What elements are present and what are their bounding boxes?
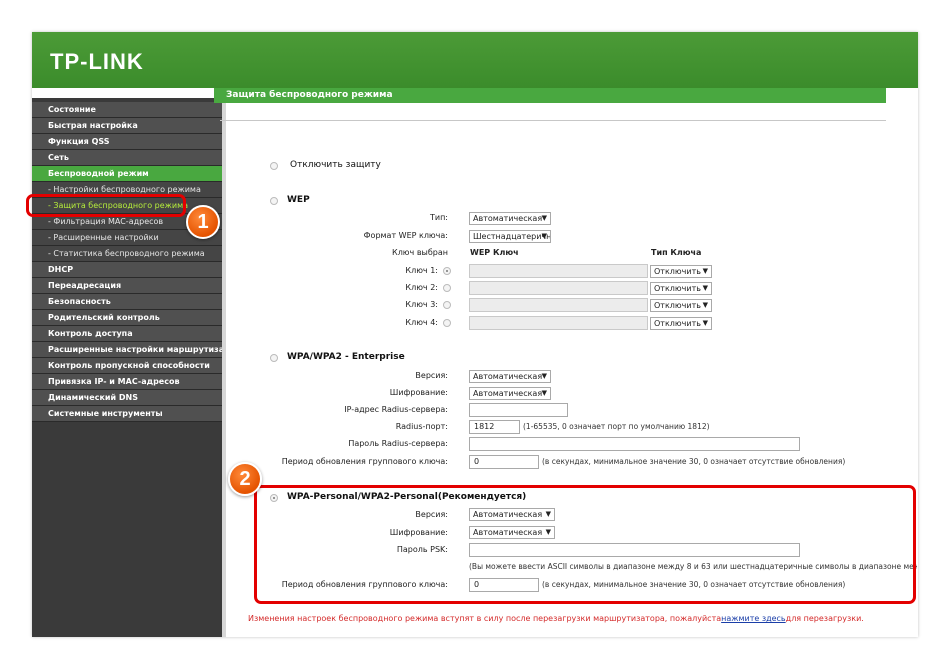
- chevron-down-icon: ▼: [702, 284, 708, 292]
- disable-security-label: Отключить защиту: [290, 160, 381, 170]
- chevron-down-icon: ▼: [541, 232, 547, 240]
- sidebar-separator: [222, 88, 226, 637]
- sidebar-item[interactable]: - Статистика беспроводного режима: [32, 246, 222, 262]
- wep-title: WEP: [287, 195, 310, 205]
- reboot-note-tail: для перезагрузки.: [785, 614, 864, 623]
- reboot-link[interactable]: нажмите здесь: [721, 614, 786, 623]
- radio-disable-security[interactable]: [270, 162, 278, 170]
- wep-key3-label: Ключ 3:: [405, 300, 438, 309]
- wep-key3-type-select[interactable]: Отключить ▼: [650, 299, 712, 312]
- wep-format-select[interactable]: Шестнадцатеричный▼: [469, 230, 551, 243]
- enterprise-version-value: Автоматическая: [473, 372, 543, 381]
- radio-wep-key1[interactable]: [443, 267, 451, 275]
- radio-wep[interactable]: [270, 197, 278, 205]
- radius-ip-input[interactable]: [469, 403, 568, 417]
- radius-port-label: Radius-порт:: [395, 422, 448, 431]
- enterprise-enc-select[interactable]: Автоматическая ▼: [469, 387, 551, 400]
- highlight-box-personal: [254, 485, 916, 604]
- wep-key3-type-value: Отключить: [654, 301, 701, 310]
- radio-wep-key3[interactable]: [443, 301, 451, 309]
- radio-wpa-enterprise[interactable]: [270, 354, 278, 362]
- radius-port-hint: (1-65535, 0 означает порт по умолчанию 1…: [523, 422, 710, 431]
- sidebar-item[interactable]: Состояние: [32, 102, 222, 118]
- wep-type-value: Автоматическая: [473, 214, 543, 223]
- page-title: Защита беспроводного режима: [214, 88, 886, 103]
- radio-wep-key4[interactable]: [443, 319, 451, 327]
- chevron-down-icon: ▼: [541, 389, 547, 397]
- wep-type-select[interactable]: Автоматическая ▼: [469, 212, 551, 225]
- wep-key4-type-value: Отключить: [654, 319, 701, 328]
- sidebar-item[interactable]: Сеть: [32, 150, 222, 166]
- wep-col-type: Тип Ключа: [651, 248, 702, 257]
- chevron-down-icon: ▼: [702, 319, 708, 327]
- step-badge-1: 1: [186, 205, 220, 239]
- tp-link-logo: TP-LINK: [50, 49, 144, 74]
- sidebar-item[interactable]: Безопасность: [32, 294, 222, 310]
- reboot-note-text: Изменения настроек беспроводного режима …: [248, 614, 722, 623]
- wep-format-label: Формат WEP ключа:: [363, 231, 448, 240]
- wep-key4-input[interactable]: [469, 316, 648, 330]
- wep-col-key: WEP Ключ: [470, 248, 519, 257]
- radius-port-input[interactable]: 1812: [469, 420, 520, 434]
- chevron-down-icon: ▼: [702, 267, 708, 275]
- sidebar-item[interactable]: Динамический DNS: [32, 390, 222, 406]
- enterprise-version-label: Версия:: [415, 371, 448, 380]
- radio-wep-key2[interactable]: [443, 284, 451, 292]
- sidebar-item[interactable]: Беспроводной режим: [32, 166, 222, 182]
- wep-type-label: Тип:: [429, 213, 448, 222]
- wep-key4-type-select[interactable]: Отключить ▼: [650, 317, 712, 330]
- sidebar-item[interactable]: Системные инструменты: [32, 406, 222, 422]
- sidebar-item[interactable]: Функция QSS: [32, 134, 222, 150]
- radius-ip-label: IP-адрес Radius-сервера:: [344, 405, 448, 414]
- wep-col-selected: Ключ выбран: [392, 248, 448, 257]
- wep-key1-label: Ключ 1:: [405, 266, 438, 275]
- wep-key2-label: Ключ 2:: [405, 283, 438, 292]
- title-divider: [220, 120, 886, 121]
- chevron-down-icon: ▼: [541, 372, 547, 380]
- wep-key2-input[interactable]: [469, 281, 648, 295]
- sidebar-menu: Состояние Быстрая настройка Функция QSS Сет…: [32, 102, 222, 422]
- sidebar-item[interactable]: Контроль пропускной способности: [32, 358, 222, 374]
- wep-key2-type-value: Отключить: [654, 284, 701, 293]
- enterprise-enc-value: Автоматическая: [473, 389, 543, 398]
- wep-key1-type-select[interactable]: Отключить ▼: [650, 265, 712, 278]
- sidebar-item[interactable]: Контроль доступа: [32, 326, 222, 342]
- wep-format-value: Шестнадцатеричный: [473, 232, 551, 241]
- radius-pass-input[interactable]: [469, 437, 800, 451]
- sidebar-item[interactable]: Привязка IP- и MAC-адресов: [32, 374, 222, 390]
- sidebar-item[interactable]: Родительский контроль: [32, 310, 222, 326]
- header-bar: TP-LINK: [32, 32, 918, 88]
- sidebar-item[interactable]: Переадресация: [32, 278, 222, 294]
- wep-key1-input[interactable]: [469, 264, 648, 278]
- sidebar-item[interactable]: Быстрая настройка: [32, 118, 222, 134]
- wep-key4-label: Ключ 4:: [405, 318, 438, 327]
- step-badge-2: 2: [228, 462, 262, 496]
- main-content: Защита беспроводного режима: [214, 88, 886, 103]
- sidebar-item[interactable]: DHCP: [32, 262, 222, 278]
- wep-key3-input[interactable]: [469, 298, 648, 312]
- wep-key1-type-value: Отключить: [654, 267, 701, 276]
- enterprise-group-input[interactable]: 0: [469, 455, 539, 469]
- enterprise-title: WPA/WPA2 - Enterprise: [287, 352, 405, 362]
- sidebar: Состояние Быстрая настройка Функция QSS Сет…: [32, 98, 222, 637]
- reboot-note: Изменения настроек беспроводного режима …: [248, 614, 864, 623]
- sidebar-item[interactable]: Расширенные настройки маршрутизации: [32, 342, 222, 358]
- enterprise-enc-label: Шифрование:: [389, 388, 448, 397]
- wep-key2-type-select[interactable]: Отключить ▼: [650, 282, 712, 295]
- highlight-box-menu: [26, 194, 186, 217]
- enterprise-group-hint: (в секундах, минимальное значение 30, 0 …: [542, 457, 846, 466]
- radius-pass-label: Пароль Radius-сервера:: [348, 439, 448, 448]
- enterprise-group-label: Период обновления группового ключа:: [281, 457, 448, 466]
- enterprise-version-select[interactable]: Автоматическая ▼: [469, 370, 551, 383]
- chevron-down-icon: ▼: [541, 214, 547, 222]
- chevron-down-icon: ▼: [702, 301, 708, 309]
